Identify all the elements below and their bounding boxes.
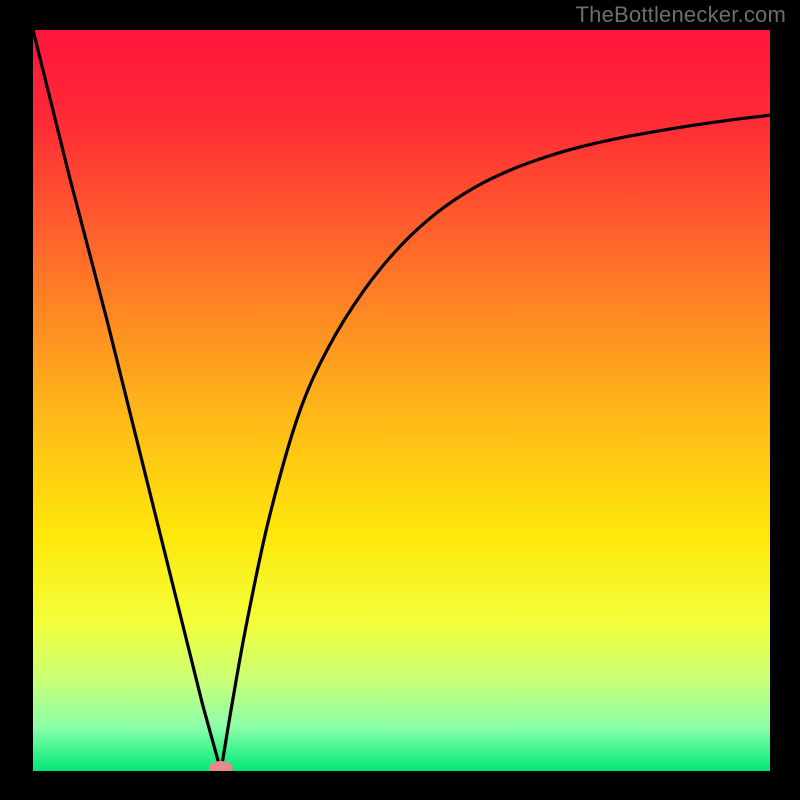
chart-frame: TheBottlenecker.com [0,0,800,800]
gradient-background [33,30,770,771]
minimum-marker [209,761,233,775]
bottleneck-chart [0,0,800,800]
